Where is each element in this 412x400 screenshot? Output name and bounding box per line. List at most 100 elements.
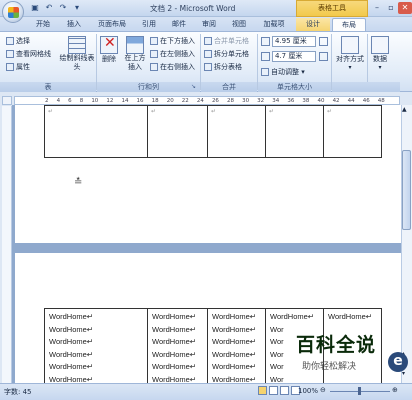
group-label-rows-columns: 行和列 xyxy=(97,82,200,92)
table-row: ↵ ↵ ↵ ↵ ↵ xyxy=(44,105,382,158)
view-gridlines-button[interactable]: 查看网格线 xyxy=(6,49,51,59)
table-cell[interactable]: ↵ xyxy=(207,105,266,158)
print-layout-icon[interactable] xyxy=(258,386,267,395)
tab-review[interactable]: 审阅 xyxy=(196,18,222,32)
zoom-out-icon[interactable]: ⊖ xyxy=(320,386,326,394)
data-button[interactable]: 数据 ▾ xyxy=(370,36,390,71)
scrollbar-thumb[interactable] xyxy=(402,150,411,230)
cell-text-line: WordHome↵ xyxy=(212,312,257,321)
zoom-level[interactable]: 100% xyxy=(298,387,318,395)
row-height-input[interactable]: 4.95 厘米 xyxy=(272,36,316,47)
word-count[interactable]: 字数: 45 xyxy=(4,387,32,397)
autofit-button[interactable]: 自动调整 ▾ xyxy=(261,67,305,77)
tab-home[interactable]: 开始 xyxy=(28,18,58,32)
properties-button[interactable]: 属性 xyxy=(6,62,30,72)
tab-layout[interactable]: 布局 xyxy=(332,18,366,32)
ruler-tick-label: 34 xyxy=(272,98,280,104)
dialog-launcher-icon[interactable]: ↘ xyxy=(191,83,196,90)
cell-text-line: WordHome↵ xyxy=(152,362,197,371)
undo-icon[interactable]: ↶ xyxy=(44,3,54,13)
alignment-icon xyxy=(341,36,359,54)
select-button[interactable]: 选择 xyxy=(6,36,30,46)
distribute-rows-icon[interactable] xyxy=(319,37,328,46)
cell-text-line: WordHome↵ xyxy=(49,362,94,371)
merge-cells-button[interactable]: 合并单元格 xyxy=(204,36,249,46)
minimize-button[interactable]: – xyxy=(370,2,384,14)
group-label-merge: 合并 xyxy=(201,82,257,92)
cell-text-line: WordHome↵ xyxy=(212,324,257,334)
table-cell[interactable]: ↵ xyxy=(44,105,148,158)
merge-cells-icon xyxy=(204,37,212,45)
cell-text-line: WordHome↵ xyxy=(328,312,373,321)
insert-above-button[interactable]: 在上方插入 xyxy=(122,36,148,72)
tab-view[interactable]: 视图 xyxy=(226,18,252,32)
delete-icon: ✕ xyxy=(100,35,118,54)
cell-text-line: WordHome↵ xyxy=(212,337,257,346)
maximize-button[interactable]: ▫ xyxy=(384,2,398,14)
insert-left-icon xyxy=(150,50,158,58)
table-page-1[interactable]: ↵ ↵ ↵ ↵ ↵ xyxy=(44,105,382,158)
cell-text-line: WordHome↵ xyxy=(152,324,197,334)
ruler-tick-label: 24 xyxy=(196,98,204,104)
row-height-icon xyxy=(261,37,270,46)
watermark-title: 百科全说 xyxy=(296,334,377,356)
cell-text-line: WordHome↵ xyxy=(152,312,197,321)
cell-text-line: WordHome↵ xyxy=(49,312,94,321)
distribute-columns-icon[interactable] xyxy=(319,52,328,61)
table-cell[interactable]: WordHome↵ WordHome↵ WordHome↵ WordHome↵ Word… xyxy=(147,308,208,389)
vertical-ruler[interactable] xyxy=(2,106,12,383)
table-cell[interactable]: ↵ xyxy=(323,105,382,158)
ruler-tick-label: 16 xyxy=(136,98,144,104)
table-cell[interactable]: ↵ xyxy=(147,105,208,158)
gridlines-icon xyxy=(6,50,14,58)
split-table-button[interactable]: 拆分表格 xyxy=(204,62,242,72)
ruler-tick-label: 14 xyxy=(121,98,129,104)
table-cell[interactable]: ↵ xyxy=(265,105,324,158)
save-icon[interactable]: ▣ xyxy=(30,3,40,13)
cell-text-line: WordHome↵ xyxy=(212,349,257,359)
office-logo-icon xyxy=(8,7,19,18)
horizontal-ruler[interactable]: 2 4 6 8 10 12 14 16 18 20 22 24 26 28 30 32 34 36 38 40 42 44… xyxy=(14,96,400,105)
redo-icon[interactable]: ↷ xyxy=(58,3,68,13)
ruler-tick-label: 12 xyxy=(106,98,114,104)
draw-diagonal-header-button[interactable]: 绘制斜线表头 xyxy=(60,36,95,72)
tab-page-layout[interactable]: 页面布局 xyxy=(92,18,132,32)
ruler-tick-label: 22 xyxy=(181,98,189,104)
table-cell[interactable]: WordHome↵ WordHome↵ WordHome↵ WordHome↵ Word… xyxy=(207,308,266,389)
tab-insert[interactable]: 插入 xyxy=(60,18,88,32)
ruler-tick-label: 36 xyxy=(287,98,295,104)
split-cells-button[interactable]: 拆分单元格 xyxy=(204,49,249,59)
row-resize-cursor-icon: ≛ xyxy=(74,177,83,188)
ruler-tick-label: 44 xyxy=(347,98,355,104)
insert-below-button[interactable]: 在下方插入 xyxy=(150,36,195,46)
tab-design[interactable]: 设计 xyxy=(296,18,330,32)
zoom-in-icon[interactable]: ⊕ xyxy=(392,386,398,394)
tab-addins[interactable]: 加载项 xyxy=(256,18,292,32)
ruler-tick-label: 38 xyxy=(302,98,310,104)
view-buttons xyxy=(258,386,302,397)
table-cell[interactable]: WordHome↵ WordHome↵ WordHome↵ WordHome↵ Word… xyxy=(44,308,148,389)
tab-references[interactable]: 引用 xyxy=(136,18,162,32)
delete-button[interactable]: ✕ 删除 xyxy=(98,35,120,64)
insert-right-button[interactable]: 在右侧插入 xyxy=(150,62,195,72)
tab-selector[interactable] xyxy=(2,96,12,105)
insert-left-button[interactable]: 在左侧插入 xyxy=(150,49,195,59)
insert-above-icon xyxy=(126,36,144,54)
office-button[interactable] xyxy=(2,1,24,23)
alignment-button[interactable]: 对齐方式 ▾ xyxy=(334,36,366,71)
full-screen-reading-icon[interactable] xyxy=(269,386,278,395)
quick-access-dropdown-icon[interactable]: ▾ xyxy=(72,3,82,13)
column-width-input[interactable]: 4.7 厘米 xyxy=(272,51,316,62)
web-layout-icon[interactable] xyxy=(280,386,289,395)
ruler-tick-label: 32 xyxy=(257,98,265,104)
ruler-tick-label: 18 xyxy=(151,98,159,104)
tab-mailings[interactable]: 邮件 xyxy=(166,18,192,32)
group-label-cell-size: 单元格大小 xyxy=(258,82,331,92)
select-icon xyxy=(6,37,14,45)
zoom-slider-thumb[interactable] xyxy=(358,387,361,395)
scroll-up-icon[interactable]: ▲ xyxy=(402,106,407,113)
table-grid-icon xyxy=(68,36,86,54)
properties-icon xyxy=(6,63,14,71)
close-button[interactable]: ✕ xyxy=(398,2,412,14)
cell-text-line: WordHome↵ xyxy=(270,312,315,321)
